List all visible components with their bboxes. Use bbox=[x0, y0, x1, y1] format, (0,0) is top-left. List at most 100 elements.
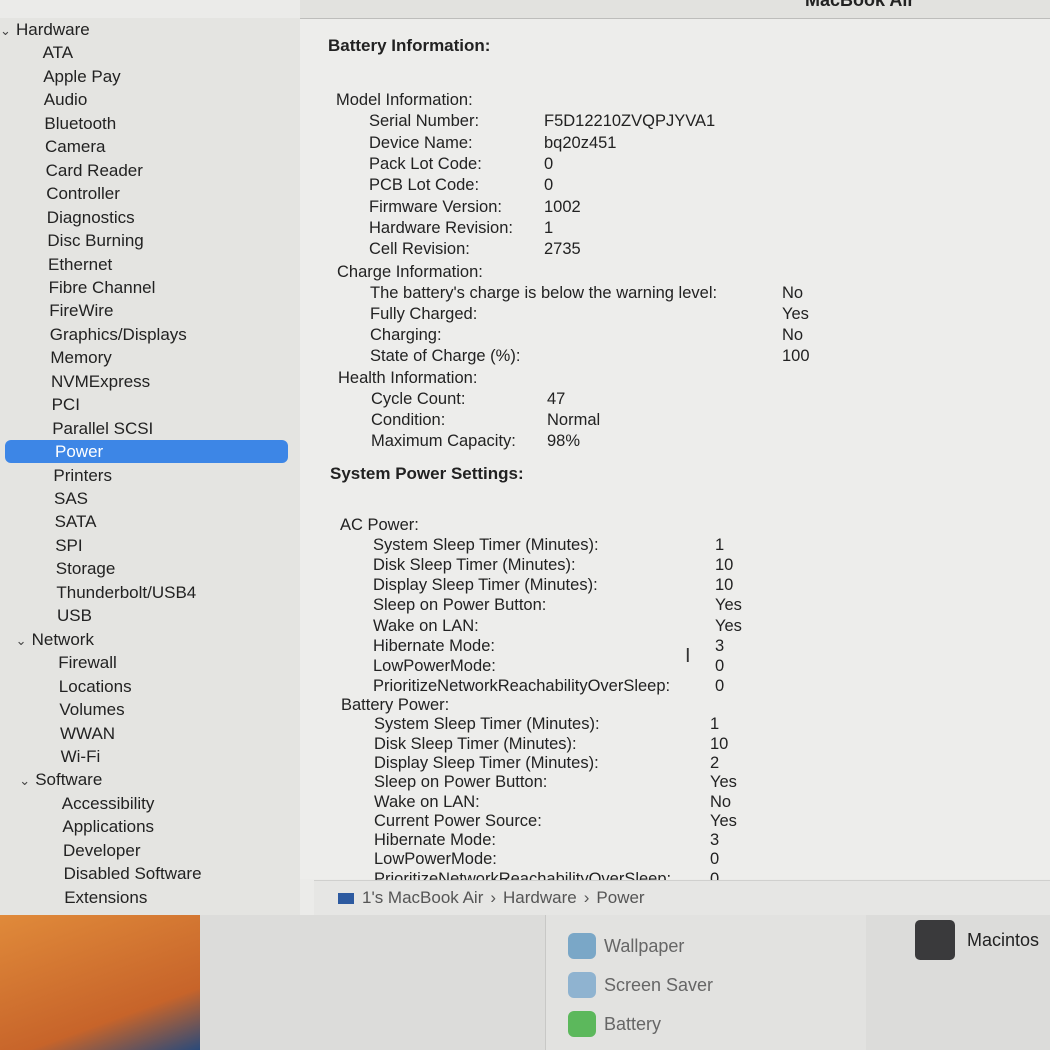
sidebar-item-extensions[interactable]: Extensions bbox=[64, 886, 147, 909]
sidebar-item-usb[interactable]: USB bbox=[57, 604, 92, 627]
sidebar-item-firewire[interactable]: FireWire bbox=[49, 299, 113, 322]
field-value: 0 bbox=[710, 850, 720, 869]
sidebar-item-fibre-channel[interactable]: Fibre Channel bbox=[49, 276, 156, 299]
sidebar-item-label: Network bbox=[31, 629, 94, 649]
sidebar-item-diagnostics[interactable]: Diagnostics bbox=[47, 206, 135, 229]
field-label: LowPowerMode: bbox=[373, 656, 496, 675]
chevron-down-icon[interactable]: ⌄ bbox=[0, 19, 16, 42]
sidebar-item-firewall[interactable]: Firewall bbox=[58, 651, 117, 674]
sidebar-item-label: Wi-Fi bbox=[60, 746, 101, 766]
sidebar-item-label: Apple Pay bbox=[43, 66, 121, 86]
field-label: Wake on LAN: bbox=[374, 792, 480, 811]
section-heading: System Power Settings: bbox=[330, 464, 524, 483]
sidebar-item-applications[interactable]: Applications bbox=[62, 815, 154, 838]
sidebar-item-thunderbolt-usb4[interactable]: Thunderbolt/USB4 bbox=[56, 581, 196, 604]
field-label: Device Name: bbox=[369, 133, 473, 152]
text-cursor-icon: I bbox=[685, 645, 691, 667]
field-value: No bbox=[710, 792, 732, 811]
field-label: System Sleep Timer (Minutes): bbox=[374, 715, 600, 734]
sidebar-item-software[interactable]: ⌄ Software bbox=[19, 768, 102, 791]
field-value: 0 bbox=[544, 176, 554, 195]
settings-item-screen-saver[interactable]: Screen Saver bbox=[568, 972, 713, 998]
breadcrumb-item[interactable]: Hardware bbox=[503, 888, 577, 907]
field-label: Display Sleep Timer (Minutes): bbox=[374, 753, 599, 772]
sidebar-item-label: FireWire bbox=[49, 301, 114, 321]
sidebar-item-controller[interactable]: Controller bbox=[46, 182, 120, 205]
sidebar-item-developer[interactable]: Developer bbox=[63, 839, 141, 862]
sidebar-item-accessibility[interactable]: Accessibility bbox=[62, 792, 155, 815]
sidebar-item-spi[interactable]: SPI bbox=[55, 534, 82, 557]
sidebar-item-volumes[interactable]: Volumes bbox=[59, 698, 124, 721]
breadcrumb-separator: › bbox=[583, 888, 590, 907]
sidebar-item-memory[interactable]: Memory bbox=[50, 346, 111, 369]
sidebar-item-sas[interactable]: SAS bbox=[54, 487, 88, 510]
sidebar-item-label: Firewall bbox=[58, 653, 117, 673]
field-label: Sleep on Power Button: bbox=[373, 596, 547, 615]
sidebar-item-label: SAS bbox=[54, 489, 89, 508]
field-label: PrioritizeNetworkReachabilityOverSleep: bbox=[373, 676, 671, 695]
hard-disk-icon bbox=[915, 920, 955, 960]
sidebar-item-bluetooth[interactable]: Bluetooth bbox=[44, 112, 116, 135]
group-label: Battery Power: bbox=[341, 696, 450, 714]
settings-item-wallpaper[interactable]: Wallpaper bbox=[568, 933, 684, 959]
field-value: Normal bbox=[547, 411, 601, 429]
sidebar-item-camera[interactable]: Camera bbox=[45, 135, 105, 158]
settings-item-label: Screen Saver bbox=[604, 974, 714, 995]
sidebar-item-locations[interactable]: Locations bbox=[59, 675, 132, 698]
group-label: Charge Information: bbox=[337, 263, 483, 281]
sidebar-item-pci[interactable]: PCI bbox=[52, 393, 80, 416]
field-label: Disk Sleep Timer (Minutes): bbox=[374, 734, 577, 753]
field-value: 10 bbox=[715, 556, 734, 575]
sidebar-item-label: USB bbox=[57, 606, 92, 626]
field-label: Hardware Revision: bbox=[369, 218, 513, 237]
sidebar-item-label: Graphics/Displays bbox=[49, 324, 187, 344]
breadcrumb-item[interactable]: Power bbox=[596, 888, 644, 907]
sidebar-item-sata[interactable]: SATA bbox=[55, 510, 97, 533]
field-value: 0 bbox=[715, 676, 725, 695]
sidebar-item-parallel-scsi[interactable]: Parallel SCSI bbox=[52, 417, 153, 440]
sidebar-item-disabled-software[interactable]: Disabled Software bbox=[64, 862, 202, 885]
field-value: 98% bbox=[547, 432, 581, 450]
sidebar-item-apple-pay[interactable]: Apple Pay bbox=[43, 65, 121, 88]
sidebar-item-label: WWAN bbox=[60, 723, 116, 743]
field-value: No bbox=[782, 284, 804, 302]
sidebar-item-audio[interactable]: Audio bbox=[44, 88, 87, 111]
sidebar-item-ata[interactable]: ATA bbox=[43, 41, 74, 64]
settings-item-battery[interactable]: Battery bbox=[568, 1011, 661, 1037]
system-settings-sidebar: Wallpaper Screen Saver Battery bbox=[545, 915, 866, 1050]
sidebar-item-label: SATA bbox=[54, 512, 97, 532]
wallpaper bbox=[0, 915, 200, 1050]
field-value: 10 bbox=[715, 576, 734, 595]
sidebar-item-label: Applications bbox=[62, 817, 155, 837]
field-label: LowPowerMode: bbox=[374, 850, 497, 869]
sidebar-item-storage[interactable]: Storage bbox=[56, 557, 116, 580]
sidebar-item-card-reader[interactable]: Card Reader bbox=[46, 159, 143, 182]
sidebar-item-wi-fi[interactable]: Wi-Fi bbox=[61, 745, 101, 768]
breadcrumb-item[interactable]: 1's MacBook Air bbox=[362, 888, 483, 907]
chevron-down-icon[interactable]: ⌄ bbox=[19, 769, 35, 792]
sidebar-item-hardware[interactable]: ⌄ Hardware bbox=[0, 18, 90, 41]
sidebar-item-wwan[interactable]: WWAN bbox=[60, 722, 115, 745]
sidebar-item-label: Software bbox=[35, 770, 103, 790]
sidebar-item-label: Disc Burning bbox=[47, 231, 144, 251]
disk-item[interactable]: Macintos bbox=[915, 920, 1039, 960]
group-label: Model Information: bbox=[336, 91, 473, 109]
sidebar-item-disc-burning[interactable]: Disc Burning bbox=[47, 229, 143, 252]
sidebar-item-label: Ethernet bbox=[48, 254, 113, 274]
chevron-down-icon[interactable]: ⌄ bbox=[16, 629, 32, 652]
sidebar-item-ethernet[interactable]: Ethernet bbox=[48, 253, 112, 276]
sidebar-item-network[interactable]: ⌄ Network bbox=[16, 628, 94, 651]
sidebar-item-label: PCI bbox=[51, 395, 80, 415]
field-label: Current Power Source: bbox=[374, 811, 542, 830]
sidebar-item-label: Volumes bbox=[59, 700, 125, 720]
field-label: Hibernate Mode: bbox=[373, 636, 495, 655]
field-label: Firmware Version: bbox=[369, 197, 502, 216]
sidebar-item-power[interactable]: Power bbox=[5, 440, 288, 464]
sidebar-item-graphics-displays[interactable]: Graphics/Displays bbox=[50, 323, 187, 346]
sidebar-item-label: Locations bbox=[58, 676, 132, 696]
section-heading: Battery Information: bbox=[328, 36, 491, 55]
sidebar-item-label: Fibre Channel bbox=[48, 277, 156, 297]
sidebar-item-nvmexpress[interactable]: NVMExpress bbox=[51, 370, 150, 393]
field-label: System Sleep Timer (Minutes): bbox=[373, 536, 599, 555]
sidebar-item-printers[interactable]: Printers bbox=[53, 464, 112, 487]
